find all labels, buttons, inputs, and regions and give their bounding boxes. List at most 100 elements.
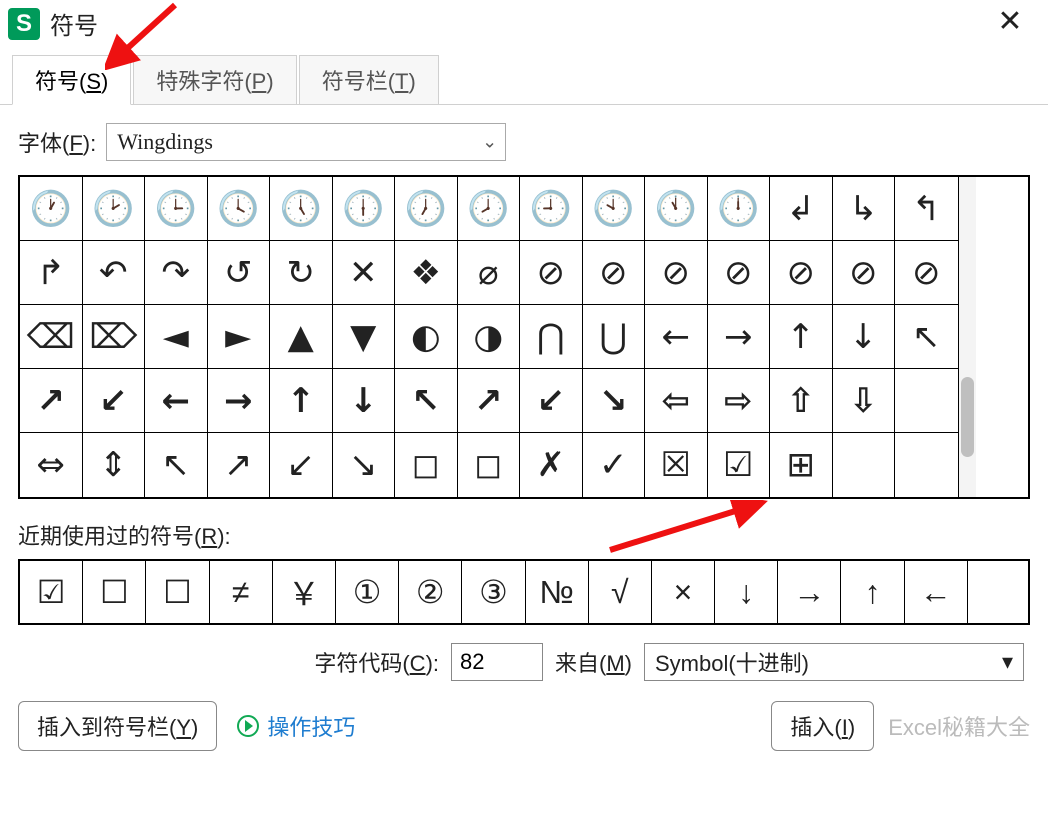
symbol-cell[interactable] [895,369,958,433]
symbol-cell[interactable]: 🕓 [208,177,271,241]
symbol-cell[interactable]: ↑ [270,369,333,433]
symbol-cell[interactable]: 🕔 [270,177,333,241]
symbol-cell[interactable]: 🕖 [395,177,458,241]
symbol-cell[interactable]: ↖ [895,305,958,369]
symbol-cell[interactable]: ← [145,369,208,433]
symbol-cell[interactable]: ⌦ [83,305,146,369]
symbol-cell[interactable]: ▼ [333,305,396,369]
symbol-cell[interactable]: ↗ [208,433,271,497]
char-code-input[interactable] [451,643,543,681]
symbol-cell[interactable]: ⇔ [20,433,83,497]
symbol-cell[interactable]: ▲ [270,305,333,369]
symbol-cell[interactable]: ⇩ [833,369,896,433]
symbol-cell[interactable]: ⊘ [708,241,771,305]
tab-symbols[interactable]: 符号(S) [12,55,131,105]
symbol-cell[interactable]: ↓ [333,369,396,433]
recent-symbol-cell[interactable]: ↑ [841,561,904,623]
symbol-cell[interactable]: ► [208,305,271,369]
symbol-cell[interactable]: ⇧ [770,369,833,433]
symbol-cell[interactable]: ⊘ [520,241,583,305]
symbol-cell[interactable]: ◻ [458,433,521,497]
recent-symbol-cell[interactable]: ☐ [83,561,146,623]
recent-symbol-cell[interactable]: ☑ [20,561,83,623]
symbol-cell[interactable]: 🕚 [645,177,708,241]
symbol-cell[interactable]: ↳ [833,177,896,241]
recent-symbol-cell[interactable]: ① [336,561,399,623]
symbol-cell[interactable]: ↗ [458,369,521,433]
symbol-cell[interactable]: ↷ [145,241,208,305]
symbol-cell[interactable]: ↘ [583,369,646,433]
symbol-cell[interactable]: 🕒 [145,177,208,241]
recent-symbol-cell[interactable]: ￥ [273,561,336,623]
symbol-cell[interactable]: ↲ [770,177,833,241]
symbol-cell[interactable]: ⇨ [708,369,771,433]
symbol-cell[interactable]: ◄ [145,305,208,369]
close-button[interactable]: ✕ [990,6,1030,36]
symbol-cell[interactable]: ↱ [20,241,83,305]
recent-symbol-cell[interactable]: ≠ [210,561,273,623]
recent-symbol-cell[interactable]: √ [589,561,652,623]
symbol-cell[interactable]: ❖ [395,241,458,305]
symbol-cell[interactable]: ↘ [333,433,396,497]
symbol-cell[interactable]: ↖ [145,433,208,497]
symbol-cell[interactable]: ◐ [395,305,458,369]
symbol-cell[interactable]: 🕙 [583,177,646,241]
symbol-cell[interactable]: 🕛 [708,177,771,241]
symbol-cell[interactable]: 🕕 [333,177,396,241]
recent-symbol-cell[interactable]: × [652,561,715,623]
insert-button[interactable]: 插入(I) [771,701,874,751]
symbol-cell[interactable]: ↙ [520,369,583,433]
tips-link[interactable]: 操作技巧 [237,710,355,742]
symbol-cell[interactable]: ↖ [395,369,458,433]
symbol-cell[interactable]: ✓ [583,433,646,497]
symbol-cell[interactable]: ↰ [895,177,958,241]
symbol-cell[interactable]: ← [645,305,708,369]
symbol-cell[interactable]: 🕐 [20,177,83,241]
symbol-cell[interactable]: ↶ [83,241,146,305]
symbol-cell[interactable]: → [208,369,271,433]
recent-symbol-cell[interactable]: № [526,561,589,623]
recent-symbol-cell[interactable]: ↓ [715,561,778,623]
symbol-cell[interactable]: ◑ [458,305,521,369]
encoding-dropdown[interactable]: Symbol(十进制) ▾ [644,643,1024,681]
recent-symbol-cell[interactable]: ② [399,561,462,623]
symbol-cell[interactable]: ⌀ [458,241,521,305]
recent-symbol-cell[interactable]: ③ [462,561,525,623]
symbol-cell[interactable]: ↙ [83,369,146,433]
symbol-cell[interactable]: ⊘ [770,241,833,305]
grid-scrollbar[interactable] [958,177,976,497]
symbol-cell[interactable]: ◻ [395,433,458,497]
symbol-cell[interactable]: ↗ [20,369,83,433]
symbol-cell[interactable]: ↑ [770,305,833,369]
symbol-cell[interactable]: ✕ [333,241,396,305]
symbol-cell[interactable] [833,433,896,497]
recent-symbol-cell[interactable]: ← [905,561,968,623]
symbol-cell[interactable]: ⊞ [770,433,833,497]
scroll-thumb[interactable] [961,377,974,457]
symbol-cell[interactable]: ⊘ [645,241,708,305]
recent-symbol-cell[interactable]: → [778,561,841,623]
symbol-cell[interactable]: ⋂ [520,305,583,369]
symbol-cell[interactable]: ☒ [645,433,708,497]
symbol-cell[interactable]: ⊘ [895,241,958,305]
symbol-cell[interactable]: ☑ [708,433,771,497]
symbol-cell[interactable]: 🕑 [83,177,146,241]
symbol-cell[interactable]: ↻ [270,241,333,305]
tab-symbol-bar[interactable]: 符号栏(T) [299,55,439,105]
symbol-cell[interactable]: ↙ [270,433,333,497]
tab-special-chars[interactable]: 特殊字符(P) [133,55,296,105]
font-dropdown[interactable]: Wingdings ⌄ [106,123,506,161]
symbol-cell[interactable]: ⋃ [583,305,646,369]
symbol-cell[interactable] [895,433,958,497]
symbol-cell[interactable]: ⊘ [833,241,896,305]
symbol-cell[interactable]: ⇕ [83,433,146,497]
symbol-cell[interactable]: ↓ [833,305,896,369]
symbol-cell[interactable]: ⇦ [645,369,708,433]
symbol-cell[interactable]: ↺ [208,241,271,305]
recent-symbol-cell[interactable] [968,561,1031,623]
symbol-cell[interactable]: 🕗 [458,177,521,241]
symbol-cell[interactable]: ⌫ [20,305,83,369]
symbol-cell[interactable]: ✗ [520,433,583,497]
recent-symbol-cell[interactable]: ☐ [146,561,209,623]
insert-to-bar-button[interactable]: 插入到符号栏(Y) [18,701,217,751]
